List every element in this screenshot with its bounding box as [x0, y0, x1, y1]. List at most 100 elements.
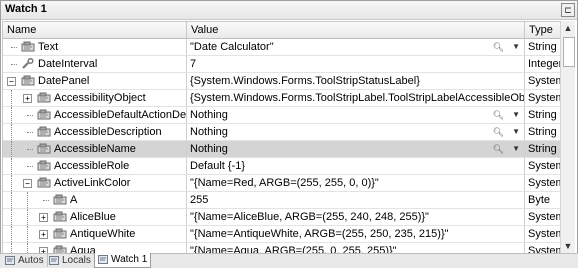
type-cell: String [528, 143, 557, 155]
expand-icon[interactable]: + [39, 230, 48, 239]
row-name: AccessibleDescription [54, 126, 162, 138]
value-cell[interactable]: {System.Windows.Forms.ToolStripStatusLab… [187, 73, 525, 89]
row-name: AccessibleDefaultActionDesc [54, 109, 187, 121]
row-value: 7 [190, 58, 197, 70]
row-name: AntiqueWhite [70, 228, 136, 240]
column-header-value[interactable]: Value [187, 22, 525, 38]
visualizer-dropdown-icon[interactable]: ▼ [512, 107, 520, 123]
scroll-down-icon[interactable]: ▼ [561, 239, 575, 253]
value-cell[interactable]: Nothing 🔍︎ ▼ [187, 107, 525, 123]
tree-line [11, 90, 12, 106]
type-cell: System.D [528, 228, 560, 240]
row-name: A [70, 194, 78, 206]
pin-icon[interactable]: ⊏ [561, 3, 575, 17]
value-cell[interactable]: {System.Windows.Forms.ToolStripLabel.Too… [187, 90, 525, 106]
watch-row[interactable]: + AliceBlue "{Name=AliceBlue, ARGB=(255, 2… [3, 209, 560, 226]
column-header-name[interactable]: Name [3, 22, 187, 38]
value-cell[interactable]: Nothing 🔍︎ ▼ [187, 124, 525, 140]
watch-row[interactable]: − ActiveLinkColor "{Name=Red, ARGB=(255, 2… [3, 175, 560, 192]
watch-row[interactable]: AccessibleRole Default {-1} System.W [3, 158, 560, 175]
name-cell[interactable]: AccessibleDefaultActionDesc [3, 107, 187, 123]
type-cell: System.W [528, 92, 560, 104]
watch-row[interactable]: A 255 Byte [3, 192, 560, 209]
property-icon [37, 143, 51, 154]
visualizer-dropdown-icon[interactable]: ▼ [512, 141, 520, 157]
visualizer-icon[interactable]: 🔍︎ [493, 124, 504, 140]
row-value: {System.Windows.Forms.ToolStripLabel.Too… [190, 92, 525, 104]
watch-row[interactable]: AccessibleName Nothing 🔍︎ ▼ String [3, 141, 560, 158]
name-cell[interactable]: A [3, 192, 187, 208]
property-icon [21, 75, 35, 86]
type-cell: String [528, 126, 557, 138]
row-value: "{Name=AliceBlue, ARGB=(255, 240, 248, 2… [190, 211, 429, 223]
scroll-up-icon[interactable]: ▲ [561, 21, 575, 35]
scroll-thumb[interactable] [563, 37, 575, 67]
expand-icon[interactable]: + [23, 94, 32, 103]
visualizer-icon[interactable]: 🔍︎ [493, 39, 504, 55]
tree-line [11, 175, 12, 191]
tab-locals[interactable]: Locals [46, 254, 95, 267]
collapse-icon[interactable]: − [23, 179, 32, 188]
value-cell[interactable]: "{Name=AliceBlue, ARGB=(255, 240, 248, 2… [187, 209, 525, 225]
row-name: ActiveLinkColor [54, 177, 131, 189]
watch-row[interactable]: + AntiqueWhite "{Name=AntiqueWhite, ARGB=(… [3, 226, 560, 243]
value-cell[interactable]: Default {-1} [187, 158, 525, 174]
visualizer-dropdown-icon[interactable]: ▼ [512, 39, 520, 55]
watch-icon [98, 255, 108, 264]
tab-watch-1[interactable]: Watch 1 [94, 253, 152, 268]
tree-line [11, 158, 12, 174]
visualizer-icon[interactable]: 🔍︎ [493, 141, 504, 157]
row-name: AccessibleRole [54, 160, 130, 172]
value-cell[interactable]: "{Name=AntiqueWhite, ARGB=(255, 250, 235… [187, 226, 525, 242]
expand-icon[interactable]: + [39, 213, 48, 222]
value-cell[interactable]: Nothing 🔍︎ ▼ [187, 141, 525, 157]
tree-line [27, 209, 28, 225]
watch-row[interactable]: DateInterval 7 Integer [3, 56, 560, 73]
tree-line [11, 107, 12, 123]
tab-label: Locals [62, 255, 91, 266]
tree-line [11, 124, 12, 140]
type-cell: Byte [528, 194, 551, 206]
watch-row[interactable]: + AccessibilityObject {System.Windows.Form… [3, 90, 560, 107]
row-value: Default {-1} [190, 160, 246, 172]
column-header: Name Value Type [3, 22, 560, 39]
name-cell[interactable]: − ActiveLinkColor [3, 175, 187, 191]
name-cell[interactable]: + AliceBlue [3, 209, 187, 225]
name-cell[interactable]: AccessibleDescription [3, 124, 187, 140]
property-icon [37, 177, 51, 188]
tab-autos[interactable]: Autos [2, 254, 48, 267]
visualizer-dropdown-icon[interactable]: ▼ [512, 124, 520, 140]
value-cell[interactable]: 7 [187, 56, 525, 72]
value-cell[interactable]: "{Name=Red, ARGB=(255, 255, 0, 0)}" [187, 175, 525, 191]
tab-label: Autos [18, 255, 44, 266]
property-icon [53, 228, 67, 239]
tree-line [27, 132, 33, 133]
value-cell[interactable]: 255 [187, 192, 525, 208]
property-icon [53, 211, 67, 222]
watch-row[interactable]: Text "Date Calculator" 🔍︎ ▼ String [3, 39, 560, 56]
watch-row[interactable]: AccessibleDefaultActionDesc Nothing 🔍︎ ▼ Str… [3, 107, 560, 124]
name-cell[interactable]: DateInterval [3, 56, 187, 72]
collapse-icon[interactable]: − [7, 77, 16, 86]
row-name: AccessibilityObject [54, 92, 146, 104]
name-cell[interactable]: − DatePanel [3, 73, 187, 89]
name-cell[interactable]: AccessibleRole [3, 158, 187, 174]
row-name: Text [38, 41, 59, 53]
type-cell: String [528, 109, 557, 121]
tree-line [27, 226, 28, 242]
tree-line [43, 200, 49, 201]
visualizer-icon[interactable]: 🔍︎ [493, 107, 504, 123]
name-cell[interactable]: Text [3, 39, 187, 55]
watch-grid: Name Value Type Text "Date Calculator" 🔍︎ ▼… [2, 21, 561, 255]
name-cell[interactable]: + AccessibilityObject [3, 90, 187, 106]
watch-row[interactable]: AccessibleDescription Nothing 🔍︎ ▼ String [3, 124, 560, 141]
vertical-scrollbar[interactable]: ▲ ▼ [560, 21, 575, 253]
name-cell[interactable]: AccessibleName [3, 141, 187, 157]
value-cell[interactable]: "Date Calculator" 🔍︎ ▼ [187, 39, 525, 55]
property-icon [37, 160, 51, 171]
name-cell[interactable]: + AntiqueWhite [3, 226, 187, 242]
type-cell: System.W [528, 160, 560, 172]
property-icon [53, 194, 67, 205]
column-header-type[interactable]: Type [525, 22, 560, 38]
watch-row[interactable]: − DatePanel {System.Windows.Forms.ToolStri… [3, 73, 560, 90]
